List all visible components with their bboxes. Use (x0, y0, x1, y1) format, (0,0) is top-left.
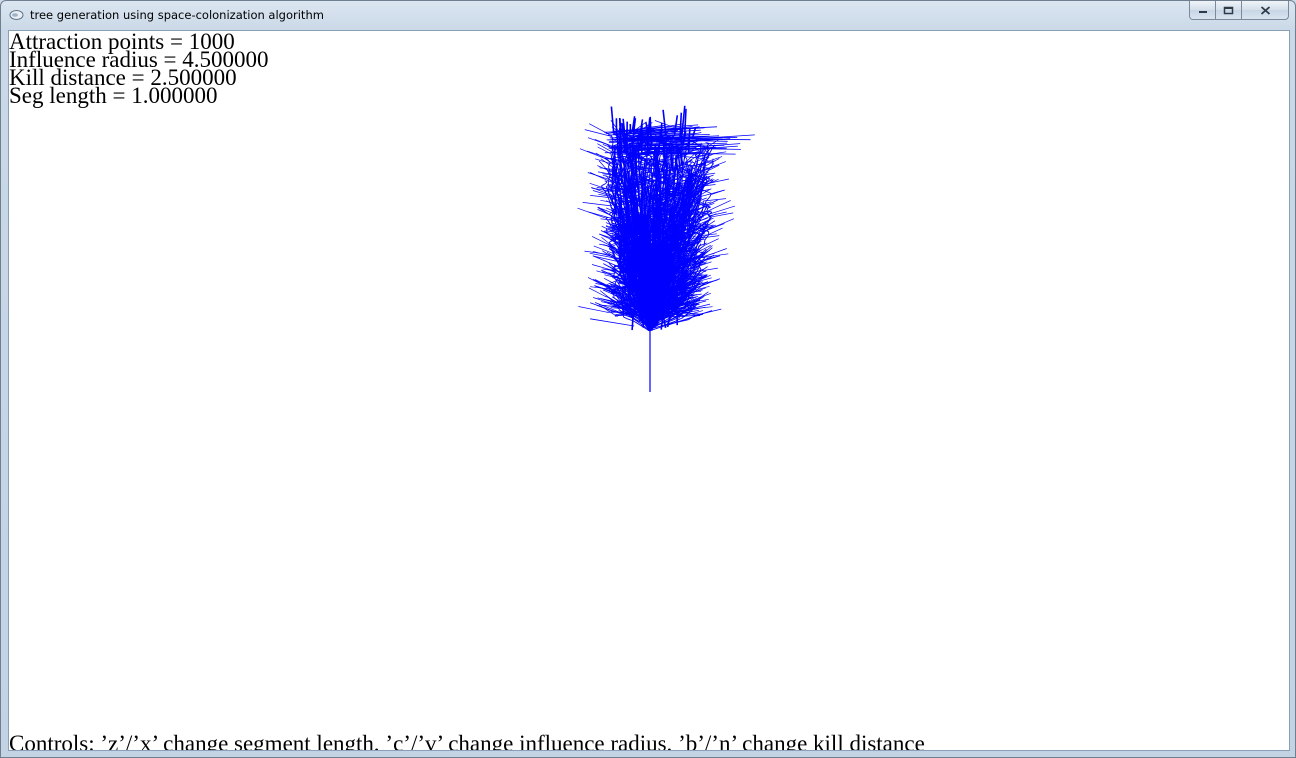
caption-buttons (1189, 1, 1289, 21)
tree-drawing (577, 105, 755, 392)
maximize-button[interactable] (1216, 1, 1242, 20)
seg-length-label: Seg length = 1.000000 (9, 83, 218, 108)
controls-help-text: Controls: ’z’/’x’ change segment length,… (9, 731, 925, 751)
tree-branches (577, 105, 755, 392)
maximize-icon (1223, 6, 1234, 14)
window-title: tree generation using space-colonization… (30, 8, 324, 22)
close-button[interactable] (1242, 1, 1289, 20)
app-icon (9, 10, 24, 20)
application-window: tree generation using space-colonization… (0, 0, 1296, 758)
close-icon (1260, 5, 1270, 15)
minimize-icon (1198, 11, 1207, 13)
gl-canvas[interactable]: Attraction points = 1000 Influence radiu… (8, 30, 1290, 751)
minimize-button[interactable] (1189, 1, 1216, 20)
title-bar[interactable]: tree generation using space-colonization… (1, 1, 1295, 30)
